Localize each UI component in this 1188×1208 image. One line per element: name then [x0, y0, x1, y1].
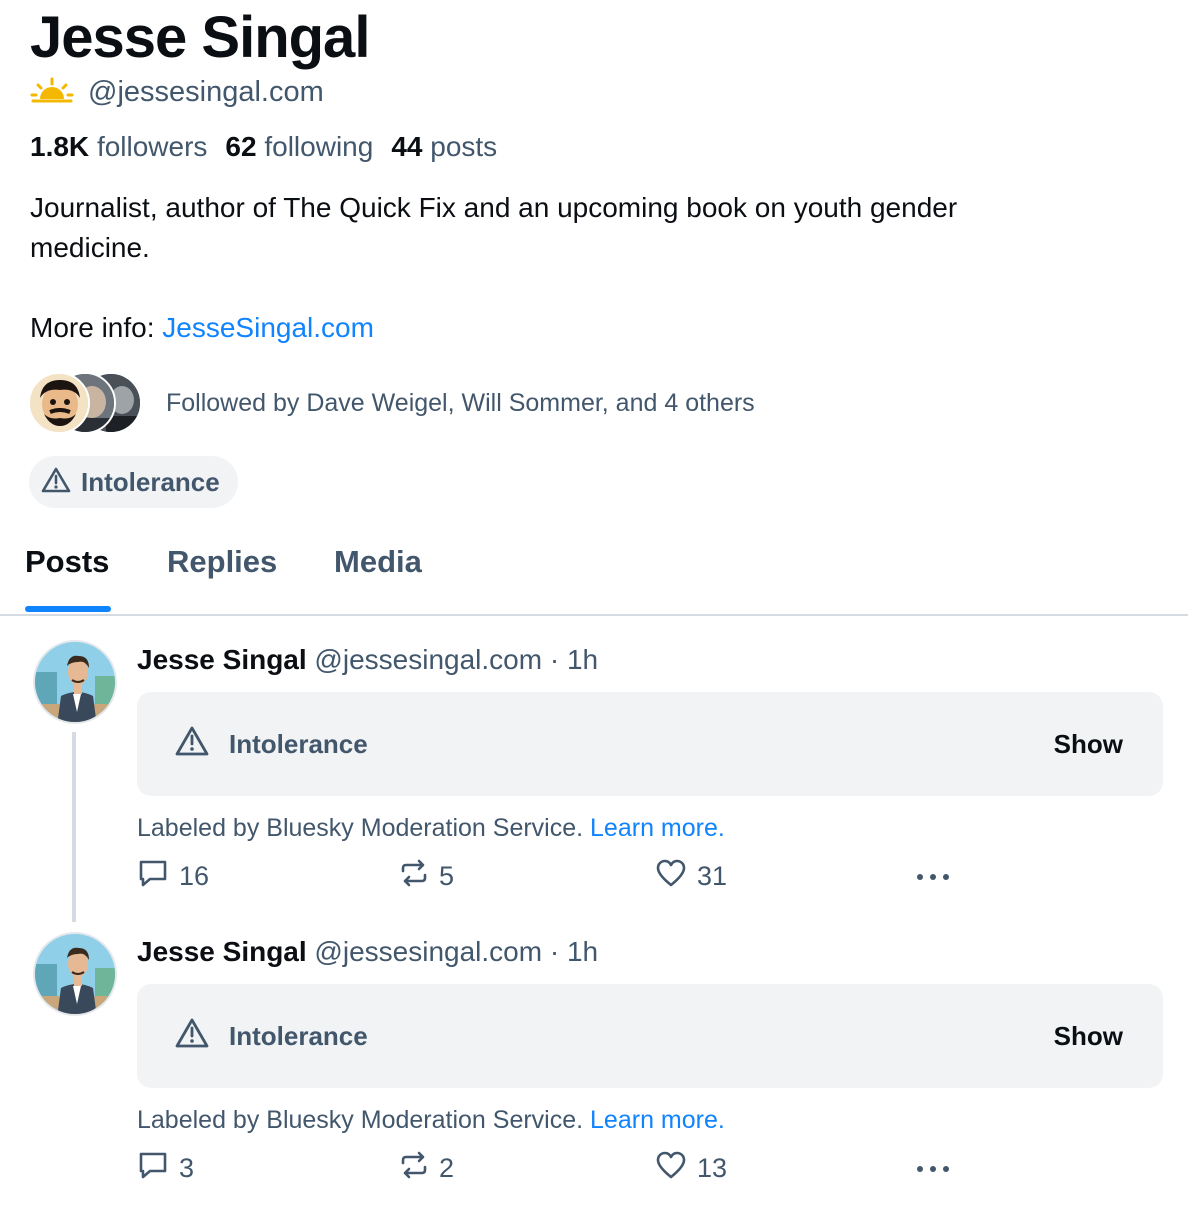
more-options-button[interactable]	[915, 1150, 951, 1181]
heart-icon	[655, 858, 687, 895]
avatar[interactable]	[33, 640, 117, 724]
post-author[interactable]: Jesse Singal	[137, 644, 307, 675]
repost-arrows-icon	[399, 858, 429, 895]
like-button[interactable]: 13	[655, 1150, 727, 1187]
follower-avatar	[28, 372, 90, 434]
profile-bio: Journalist, author of The Quick Fix and …	[30, 188, 1140, 268]
followers-label: followers	[96, 131, 208, 162]
post-meta: @jessesingal.com · 1h	[306, 936, 599, 967]
tab-media[interactable]: Media	[334, 544, 422, 580]
reply-button[interactable]: 3	[137, 1150, 194, 1187]
like-count: 31	[697, 861, 728, 891]
profile-tabs: Posts Replies Media	[0, 540, 1188, 616]
more-info: More info: JesseSingal.com	[30, 308, 374, 348]
reply-count: 16	[179, 861, 210, 891]
following-label: following	[264, 131, 374, 162]
warning-triangle-icon	[41, 466, 71, 499]
like-button[interactable]: 31	[655, 858, 727, 895]
profile-name: Jesse Singal	[30, 5, 370, 70]
ellipsis-icon	[915, 858, 951, 889]
more-info-prefix: More info:	[30, 312, 163, 343]
post-author[interactable]: Jesse Singal	[137, 936, 307, 967]
ellipsis-icon	[915, 1150, 951, 1181]
reply-count: 3	[179, 1153, 195, 1183]
heart-icon	[655, 1150, 687, 1187]
labeled-by-text: Labeled by Bluesky Moderation Service.	[137, 814, 591, 842]
profile-stats: 1.8K followers 62 following 44 posts	[30, 131, 515, 163]
post-meta: @jessesingal.com · 1h	[306, 644, 599, 675]
profile-label-badge[interactable]: Intolerance	[29, 456, 238, 508]
repost-button[interactable]: 5	[399, 858, 454, 895]
thread-line	[72, 732, 76, 922]
content-warning-box[interactable]: Intolerance Show	[137, 984, 1163, 1088]
tab-posts[interactable]: Posts	[25, 544, 109, 580]
warning-triangle-icon	[175, 725, 209, 762]
speech-bubble-icon	[137, 858, 169, 895]
repost-button[interactable]: 2	[399, 1150, 454, 1187]
warning-label: Intolerance	[229, 728, 368, 759]
more-options-button[interactable]	[915, 858, 951, 889]
repost-count: 2	[439, 1153, 455, 1183]
learn-more-link[interactable]: Learn more.	[590, 1106, 725, 1134]
tab-replies[interactable]: Replies	[167, 544, 277, 580]
known-followers[interactable]: Followed by Dave Weigel, Will Sommer, an…	[28, 372, 755, 434]
repost-arrows-icon	[399, 1150, 429, 1187]
posts-stat: 44 posts	[391, 131, 497, 163]
post-actions: 16 5 31	[137, 858, 977, 894]
bio-line-2: medicine.	[30, 232, 150, 263]
followers-link[interactable]: 1.8K followers	[30, 131, 207, 163]
following-count: 62	[225, 131, 257, 162]
post-header: Jesse Singal @jessesingal.com · 1h	[137, 644, 598, 676]
posts-count: 44	[391, 131, 423, 162]
show-button[interactable]: Show	[1054, 729, 1123, 760]
profile-handle: @jessesingal.com	[88, 76, 324, 108]
post-header: Jesse Singal @jessesingal.com · 1h	[137, 936, 598, 968]
repost-count: 5	[439, 861, 455, 891]
followers-count: 1.8K	[30, 131, 90, 162]
speech-bubble-icon	[137, 1150, 169, 1187]
followed-by-text: Followed by Dave Weigel, Will Sommer, an…	[166, 388, 755, 417]
handle-row: @jessesingal.com	[30, 76, 324, 109]
following-link[interactable]: 62 following	[225, 131, 373, 163]
post-actions: 3 2 13	[137, 1150, 977, 1186]
labeled-by-note: Labeled by Bluesky Moderation Service. L…	[137, 1106, 725, 1135]
warning-label: Intolerance	[229, 1020, 368, 1051]
reply-button[interactable]: 16	[137, 858, 209, 895]
sunrise-icon	[30, 77, 74, 108]
learn-more-link[interactable]: Learn more.	[590, 814, 725, 842]
labeled-by-note: Labeled by Bluesky Moderation Service. L…	[137, 814, 725, 843]
avatar[interactable]	[33, 932, 117, 1016]
like-count: 13	[697, 1153, 728, 1183]
labeled-by-text: Labeled by Bluesky Moderation Service.	[137, 1106, 591, 1134]
show-button[interactable]: Show	[1054, 1021, 1123, 1052]
warning-triangle-icon	[175, 1017, 209, 1054]
bio-line-1: Journalist, author of The Quick Fix and …	[30, 192, 958, 223]
profile-label-text: Intolerance	[81, 466, 220, 497]
active-tab-indicator	[25, 606, 111, 612]
website-link[interactable]: JesseSingal.com	[162, 312, 374, 343]
posts-label: posts	[430, 131, 498, 162]
content-warning-box[interactable]: Intolerance Show	[137, 692, 1163, 796]
